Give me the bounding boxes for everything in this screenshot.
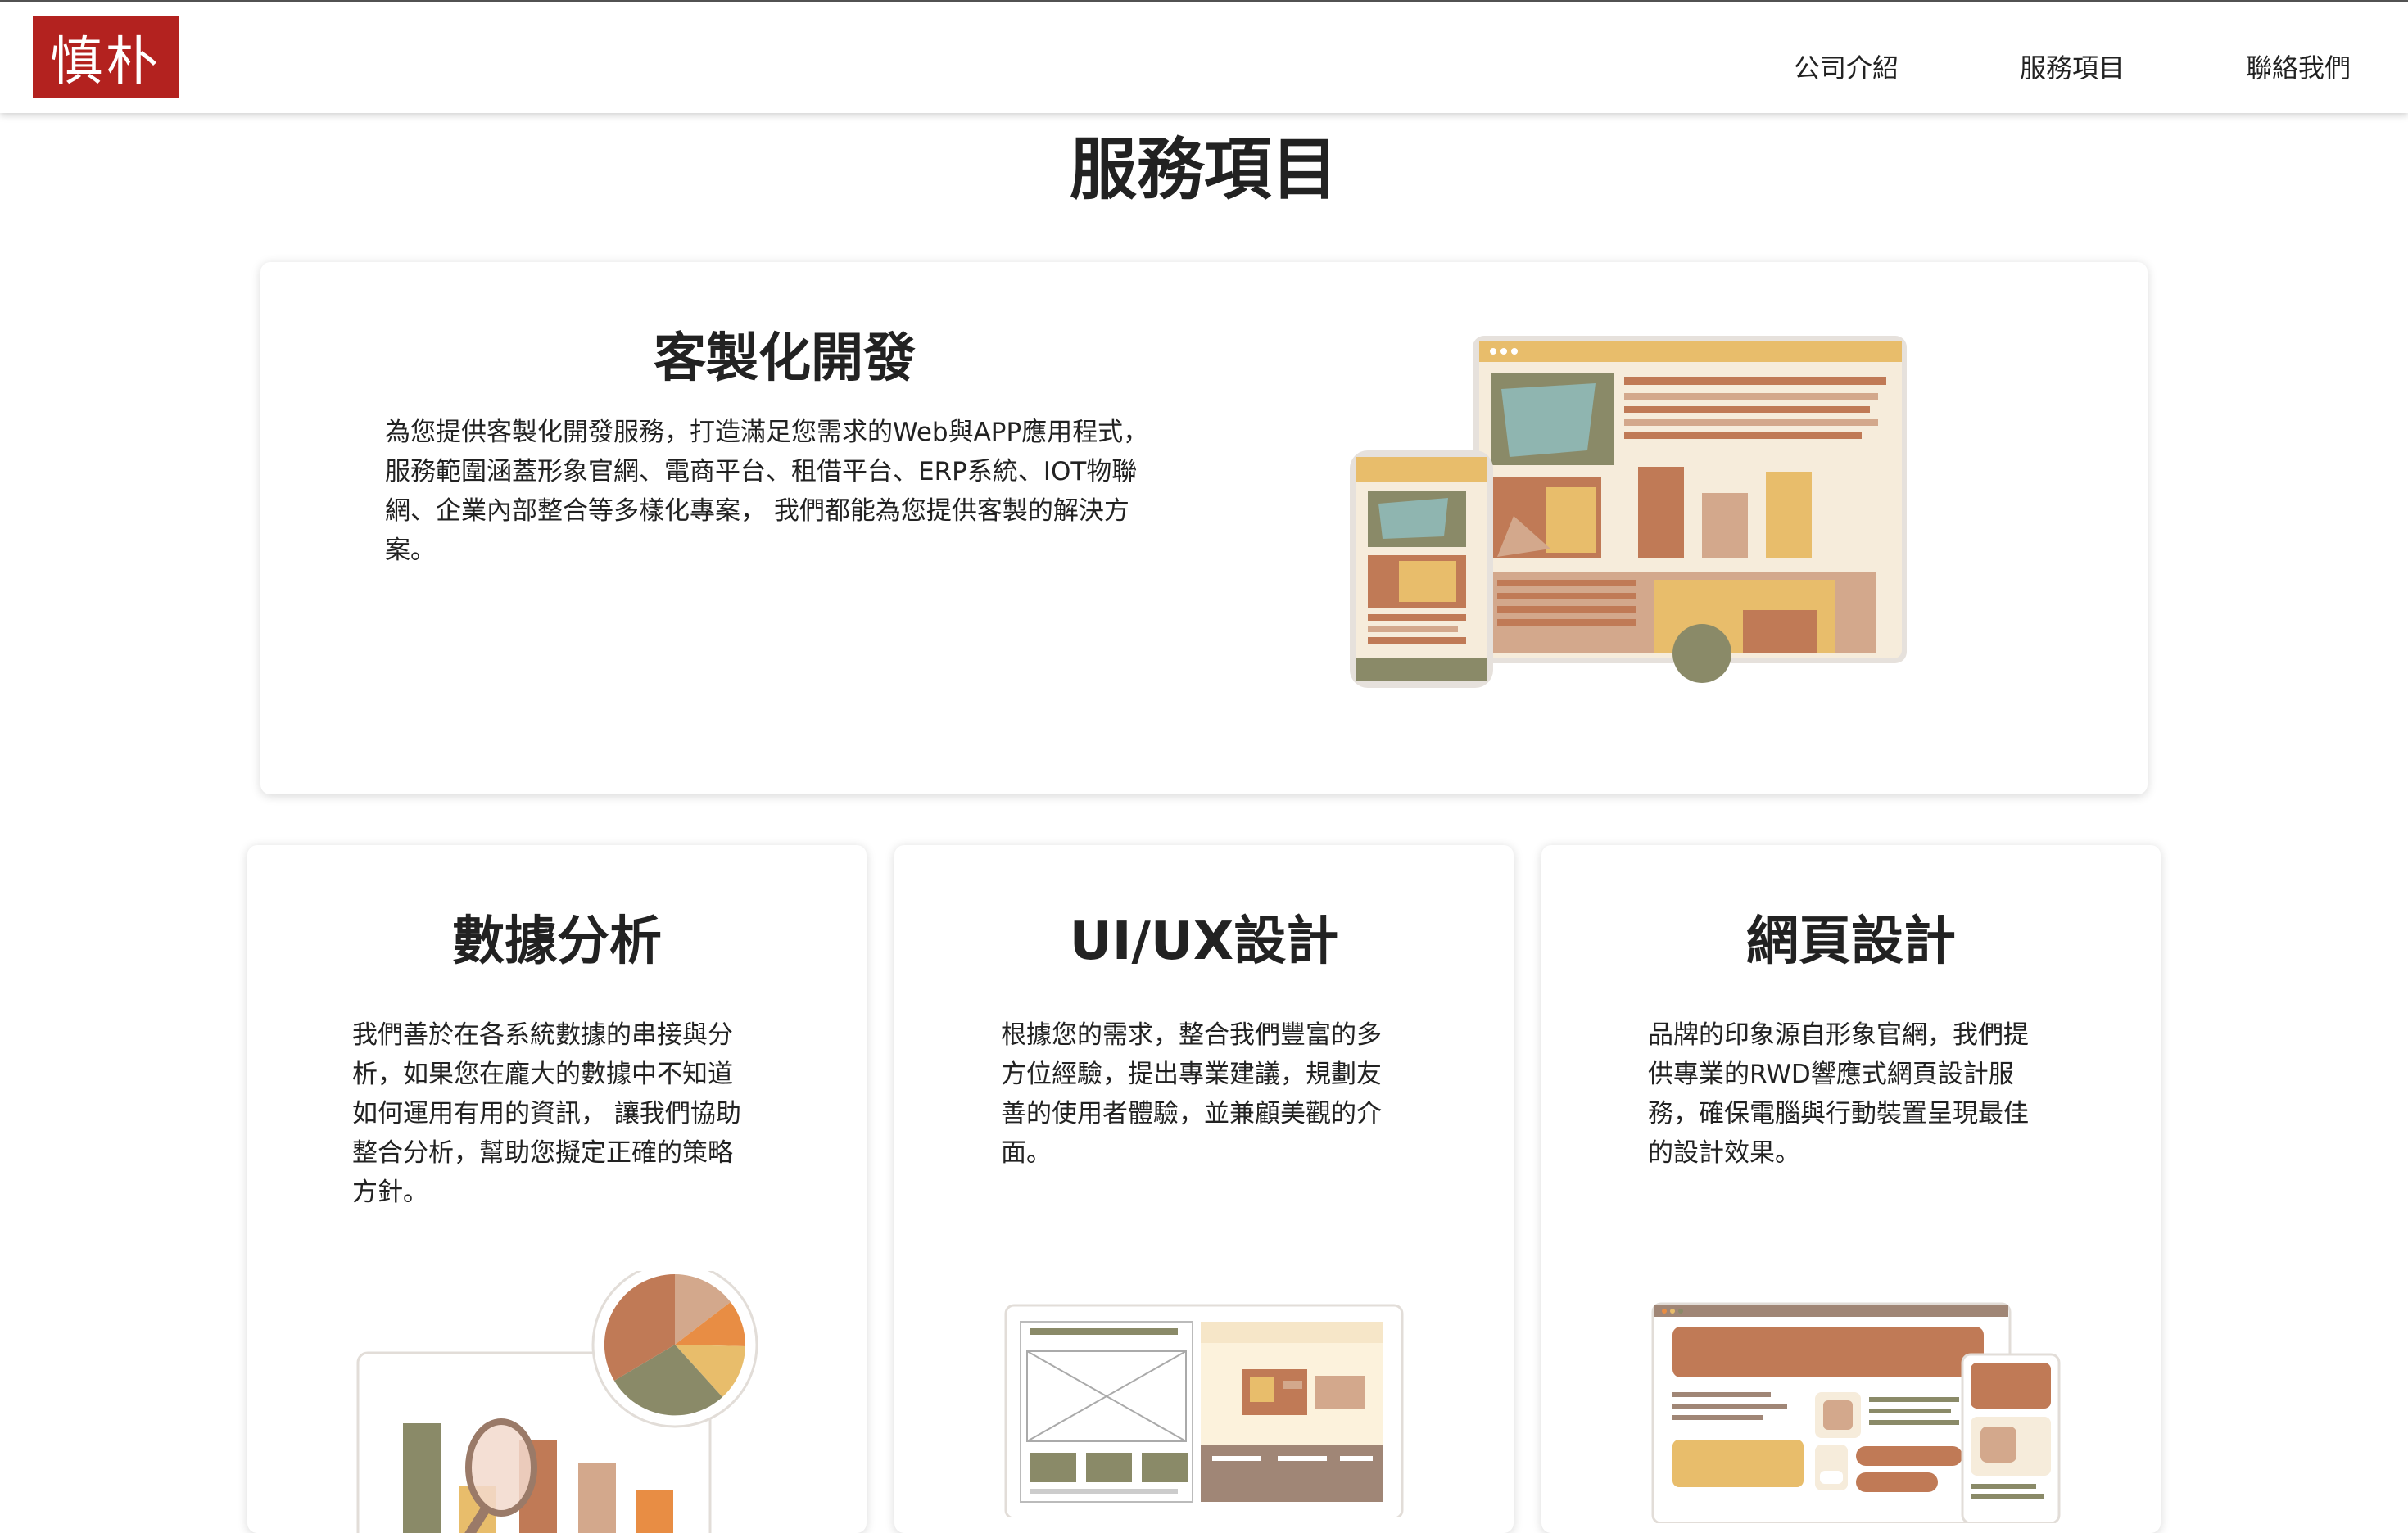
description-line: 方針。 (352, 1178, 428, 1207)
wireframe-illustration (1004, 1304, 1404, 1517)
description-line: 面。 (1001, 1138, 1052, 1168)
description-line: 如何運用有用的資訊， 讓我們協助 (352, 1099, 741, 1128)
description-line: 網、企業內部整合等多樣化專案， 我們都能為您提供客製的解決方 (385, 496, 1129, 526)
service-description: 為您提供客製化開發服務，打造滿足您需求的Web與APP應用程式， 服務範圍涵蓋形… (385, 413, 1204, 570)
nav-link-about[interactable]: 公司介紹 (1794, 47, 1899, 85)
service-title: UI/UX設計 (1069, 911, 1339, 972)
description-line: 析，如果您在龐大的數據中不知道 (352, 1060, 733, 1089)
description-line: 整合分析，幫助您擬定正確的策略 (352, 1138, 733, 1168)
devices-illustration (1350, 336, 1907, 688)
service-description: 我們善於在各系統數據的串接與分 析，如果您在龐大的數據中不知道 如何運用有用的資… (352, 1015, 778, 1212)
service-card-data-analysis: 數據分析 我們善於在各系統數據的串接與分 析，如果您在龐大的數據中不知道 如何運… (247, 845, 867, 1533)
service-card-ui-ux: UI/UX設計 根據您的需求，整合我們豐富的多 方位經驗，提出專業建議，規劃友 … (894, 845, 1514, 1533)
service-title: 客製化開發 (654, 328, 916, 389)
description-line: 善的使用者體驗，並兼顧美觀的介 (1001, 1099, 1382, 1128)
page-title: 服務項目 (1069, 131, 1338, 209)
description-line: 品牌的印象源自形象官網，我們提 (1648, 1020, 2029, 1050)
description-line: 方位經驗，提出專業建議，規劃友 (1001, 1060, 1382, 1089)
description-line: 服務範圍涵蓋形象官網、電商平台、租借平台、ERP系統、IOT物聯 (385, 457, 1138, 486)
description-line: 根據您的需求，整合我們豐富的多 (1001, 1020, 1382, 1050)
description-line: 案。 (385, 536, 436, 565)
service-title: 網頁設計 (1746, 911, 1956, 972)
service-description: 根據您的需求，整合我們豐富的多 方位經驗，提出專業建議，規劃友 善的使用者體驗，… (1001, 1015, 1427, 1173)
service-description: 品牌的印象源自形象官網，我們提 供專業的RWD響應式網頁設計服 務，確保電腦與行… (1648, 1015, 2074, 1173)
responsive-web-illustration (1651, 1302, 2061, 1523)
service-title: 數據分析 (452, 911, 662, 972)
description-line: 的設計效果。 (1648, 1138, 1800, 1168)
description-line: 務，確保電腦與行動裝置呈現最佳 (1648, 1099, 2029, 1128)
service-card-custom-dev: 客製化開發 為您提供客製化開發服務，打造滿足您需求的Web與APP應用程式， 服… (260, 262, 2148, 794)
brand-logo[interactable]: 慎朴 (33, 16, 179, 98)
description-line: 我們善於在各系統數據的串接與分 (352, 1020, 733, 1050)
nav-link-services[interactable]: 服務項目 (2020, 47, 2125, 85)
service-card-web-design: 網頁設計 品牌的印象源自形象官網，我們提 供專業的RWD響應式網頁設計服 務，確… (1541, 845, 2161, 1533)
description-line: 為您提供客製化開發服務，打造滿足您需求的Web與APP應用程式， (385, 418, 1149, 447)
description-line: 供專業的RWD響應式網頁設計服 (1648, 1060, 2014, 1089)
data-analysis-illustration (356, 1271, 758, 1533)
navbar: 慎朴 公司介紹 服務項目 聯絡我們 (0, 2, 2408, 113)
nav-link-contact[interactable]: 聯絡我們 (2246, 47, 2351, 85)
